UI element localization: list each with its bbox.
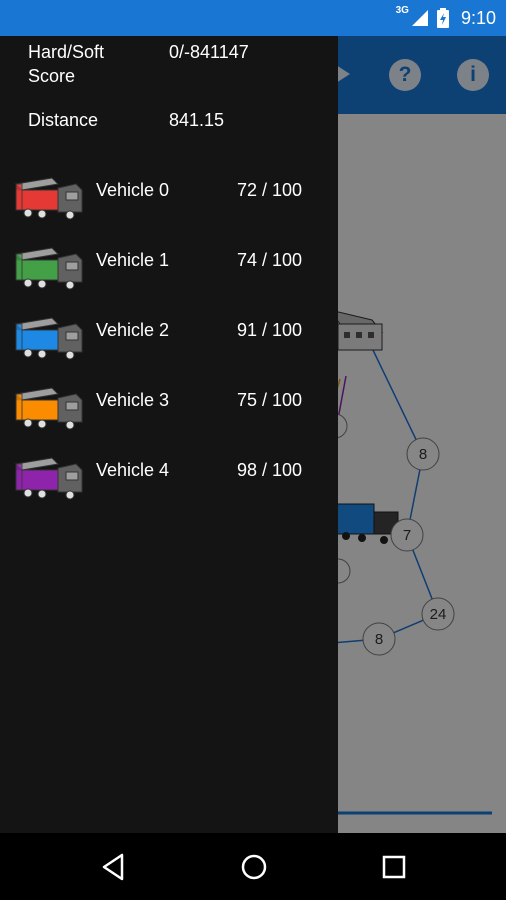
truck-icon bbox=[14, 387, 83, 430]
vehicle-load: 91 / 100 bbox=[237, 320, 303, 340]
vehicle-row[interactable]: Vehicle 3 75 / 100 bbox=[0, 384, 338, 440]
status-time: 9:10 bbox=[460, 7, 496, 28]
status-bar: 3G 9:10 bbox=[0, 0, 506, 36]
vehicle-row[interactable]: Vehicle 0 72 / 100 bbox=[0, 174, 338, 230]
network-type: 3G bbox=[395, 4, 409, 16]
distance-label: Distance bbox=[28, 110, 99, 130]
status-icons: 3G 9:10 bbox=[390, 0, 496, 36]
score-value: 0/-841147 bbox=[169, 42, 249, 62]
distance-value: 841.15 bbox=[169, 110, 225, 130]
back-icon[interactable] bbox=[98, 851, 130, 883]
truck-icon bbox=[14, 177, 83, 220]
vehicle-name: Vehicle 3 bbox=[96, 390, 170, 410]
recents-icon[interactable] bbox=[378, 851, 410, 883]
score-label: Hard/Soft Score bbox=[28, 42, 105, 86]
truck-icon bbox=[14, 247, 83, 290]
vehicle-load: 74 / 100 bbox=[237, 250, 303, 270]
vehicle-name: Vehicle 1 bbox=[96, 250, 170, 270]
navigation-drawer: Hard/Soft Score 0/-841147 Distance 841.1… bbox=[0, 36, 338, 833]
truck-icon bbox=[14, 317, 83, 360]
vehicle-name: Vehicle 2 bbox=[96, 320, 170, 340]
vehicle-row[interactable]: Vehicle 4 98 / 100 bbox=[0, 454, 338, 510]
battery-icon bbox=[436, 8, 449, 28]
vehicle-load: 98 / 100 bbox=[237, 460, 303, 480]
vehicle-name: Vehicle 4 bbox=[96, 460, 170, 480]
vehicle-row[interactable]: Vehicle 2 91 / 100 bbox=[0, 314, 338, 370]
navigation-bar bbox=[0, 833, 506, 900]
truck-icon bbox=[14, 457, 83, 500]
vehicle-row[interactable]: Vehicle 1 74 / 100 bbox=[0, 244, 338, 300]
vehicle-name: Vehicle 0 bbox=[96, 180, 170, 200]
signal-icon bbox=[411, 10, 428, 26]
home-icon[interactable] bbox=[238, 851, 270, 883]
vehicle-load: 75 / 100 bbox=[237, 390, 303, 410]
vehicle-load: 72 / 100 bbox=[237, 180, 303, 200]
